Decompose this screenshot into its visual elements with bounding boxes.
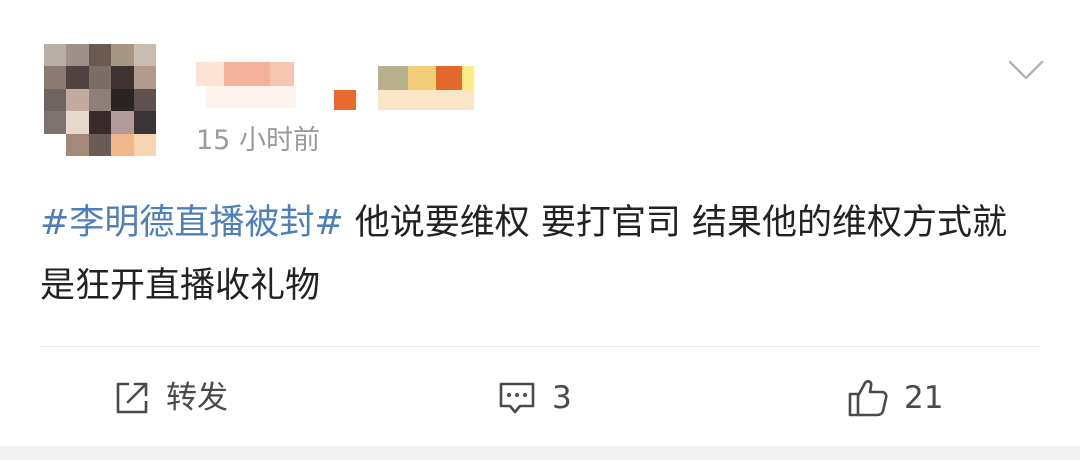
share-icon	[116, 382, 148, 414]
like-count: 21	[904, 380, 944, 416]
repost-label: 转发	[166, 380, 228, 416]
avatar[interactable]	[44, 44, 156, 156]
username[interactable]	[196, 62, 476, 112]
thumbs-up-icon	[848, 380, 888, 417]
post-content: #李明德直播被封# 他说要维权 要打官司 结果他的维权方式就是狂开直播收礼物	[40, 192, 1040, 318]
post-time: 15 小时前	[196, 125, 320, 156]
divider	[40, 346, 1040, 347]
comment-button[interactable]: 3	[496, 370, 572, 426]
comment-icon	[499, 382, 535, 414]
chevron-down-icon[interactable]	[1006, 58, 1046, 82]
comment-count: 3	[552, 380, 572, 416]
hashtag-link[interactable]: #李明德直播被封#	[40, 203, 344, 243]
repost-button[interactable]: 转发	[112, 370, 228, 426]
post-card: 15 小时前 #李明德直播被封# 他说要维权 要打官司 结果他的维权方式就是狂开…	[0, 0, 1080, 446]
like-button[interactable]: 21	[846, 370, 943, 426]
